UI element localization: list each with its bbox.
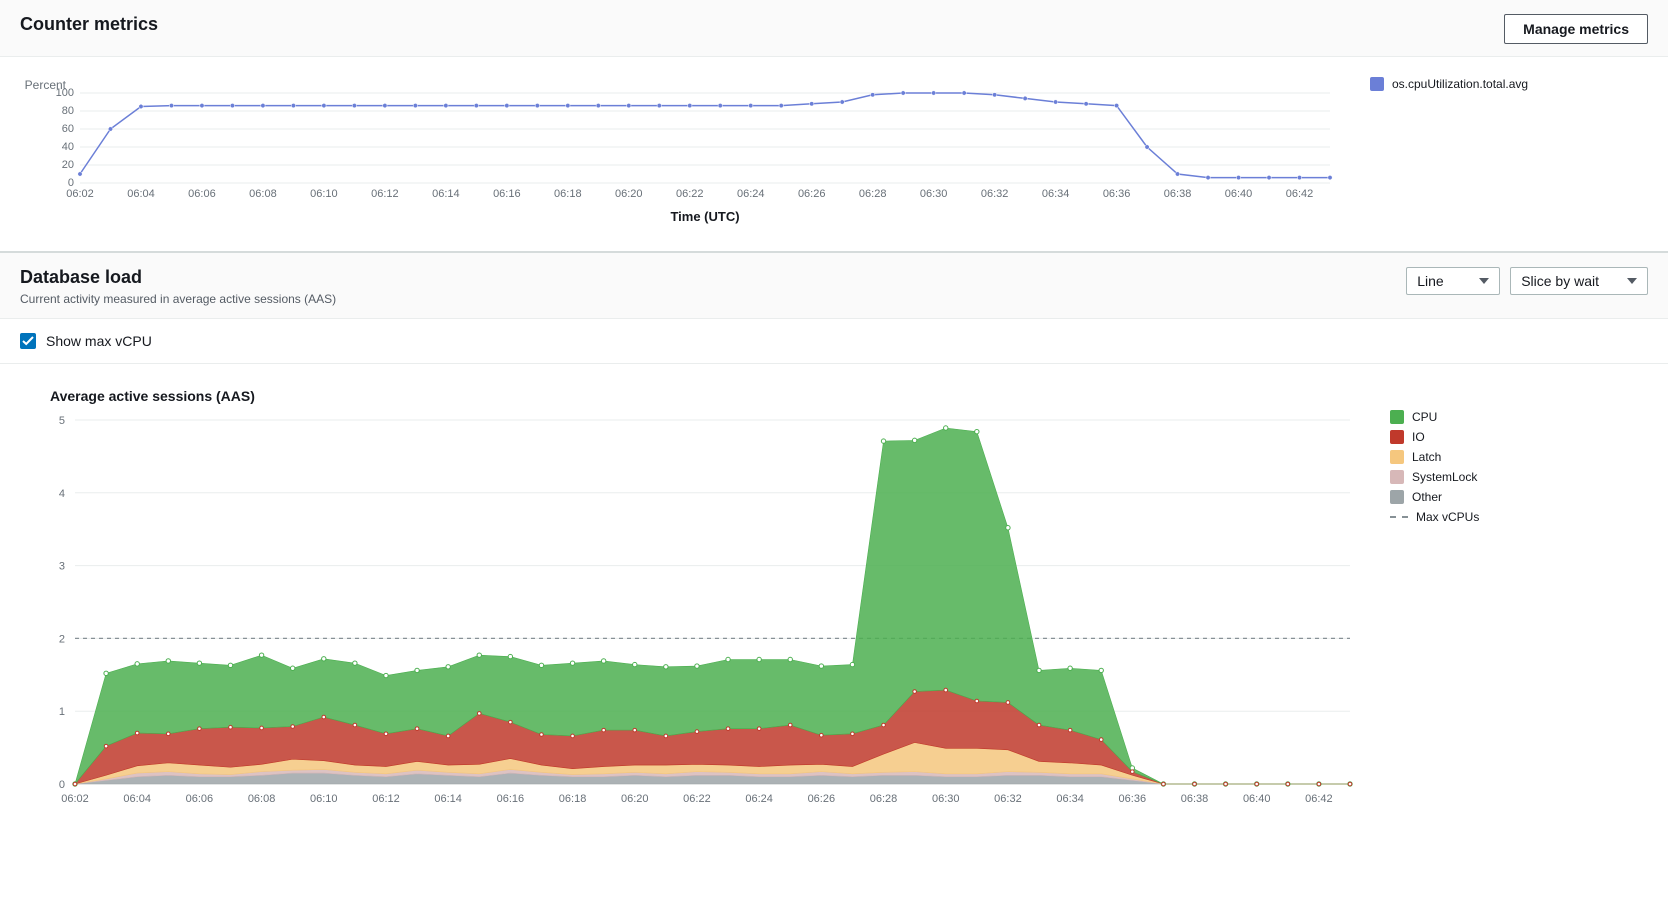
svg-text:06:34: 06:34: [1056, 793, 1084, 805]
legend-label: CPU: [1412, 410, 1437, 424]
chart-type-dropdown[interactable]: Line: [1406, 267, 1500, 295]
dbload-chart-title: Average active sessions (AAS): [50, 388, 1648, 404]
svg-text:06:04: 06:04: [127, 188, 155, 200]
svg-text:06:38: 06:38: [1181, 793, 1209, 805]
dbload-controls: Show max vCPU: [0, 319, 1668, 364]
dbload-legend-item: SystemLock: [1390, 470, 1479, 484]
svg-text:06:24: 06:24: [745, 793, 773, 805]
svg-text:2: 2: [59, 633, 65, 645]
counter-legend: os.cpuUtilization.total.avg: [1370, 77, 1528, 97]
svg-text:06:22: 06:22: [676, 188, 704, 200]
show-max-vcpu-checkbox[interactable]: [20, 333, 36, 349]
dbload-section-header: Database load Current activity measured …: [0, 252, 1668, 319]
svg-text:06:12: 06:12: [371, 188, 399, 200]
legend-label: Latch: [1412, 450, 1441, 464]
svg-text:06:42: 06:42: [1305, 793, 1333, 805]
legend-swatch: [1390, 410, 1404, 424]
svg-text:06:26: 06:26: [808, 793, 836, 805]
svg-text:20: 20: [62, 159, 74, 171]
legend-swatch: [1390, 430, 1404, 444]
svg-text:4: 4: [59, 488, 65, 500]
svg-text:06:02: 06:02: [66, 188, 94, 200]
svg-text:06:34: 06:34: [1042, 188, 1070, 200]
svg-text:80: 80: [62, 105, 74, 117]
svg-text:06:30: 06:30: [932, 793, 960, 805]
svg-text:06:18: 06:18: [559, 793, 587, 805]
svg-text:06:16: 06:16: [493, 188, 521, 200]
dbload-legend-item: Other: [1390, 490, 1479, 504]
svg-text:06:20: 06:20: [615, 188, 643, 200]
svg-text:06:28: 06:28: [859, 188, 887, 200]
svg-text:40: 40: [62, 141, 74, 153]
dbload-legend: CPU IO Latch SystemLock Other Max vCPUs: [1390, 410, 1479, 530]
checkmark-icon: [22, 335, 34, 347]
dbload-chart-pane: Average active sessions (AAS) 0 1 2 3 4 5 06:0…: [0, 364, 1668, 830]
svg-text:06:06: 06:06: [186, 793, 214, 805]
svg-text:1: 1: [59, 706, 65, 718]
svg-text:06:12: 06:12: [372, 793, 400, 805]
legend-swatch: [1390, 490, 1404, 504]
svg-text:Time (UTC): Time (UTC): [670, 209, 739, 224]
manage-metrics-button[interactable]: Manage metrics: [1504, 14, 1648, 44]
legend-dashed-line-icon: [1390, 516, 1408, 518]
dbload-legend-maxvcpu: Max vCPUs: [1390, 510, 1479, 524]
svg-text:0: 0: [59, 779, 65, 791]
dbload-legend-item: CPU: [1390, 410, 1479, 424]
svg-text:06:42: 06:42: [1286, 188, 1314, 200]
svg-text:06:20: 06:20: [621, 793, 649, 805]
svg-text:06:38: 06:38: [1164, 188, 1192, 200]
legend-swatch: [1370, 77, 1384, 91]
svg-text:06:04: 06:04: [123, 793, 151, 805]
legend-label: Max vCPUs: [1416, 510, 1479, 524]
chart-type-value: Line: [1417, 273, 1443, 289]
dbload-chart: 0 1 2 3 4 5 06:02 06:04 06:06 06:08 06:10 06:12 06:1…: [20, 410, 1360, 810]
svg-text:06:10: 06:10: [310, 793, 338, 805]
svg-text:06:24: 06:24: [737, 188, 765, 200]
svg-text:06:16: 06:16: [497, 793, 525, 805]
svg-text:06:28: 06:28: [870, 793, 898, 805]
svg-text:3: 3: [59, 561, 65, 573]
svg-text:06:10: 06:10: [310, 188, 338, 200]
svg-text:06:26: 06:26: [798, 188, 826, 200]
slice-by-dropdown[interactable]: Slice by wait: [1510, 267, 1648, 295]
counter-chart: Percent02040608010006:0206:0406:0606:080…: [20, 77, 1340, 227]
svg-text:06:36: 06:36: [1119, 793, 1147, 805]
svg-text:06:18: 06:18: [554, 188, 582, 200]
svg-text:06:06: 06:06: [188, 188, 216, 200]
svg-text:06:36: 06:36: [1103, 188, 1131, 200]
svg-text:06:30: 06:30: [920, 188, 948, 200]
legend-label: Other: [1412, 490, 1442, 504]
legend-label: SystemLock: [1412, 470, 1477, 484]
svg-text:06:02: 06:02: [61, 793, 89, 805]
counter-section-header: Counter metrics Manage metrics: [0, 0, 1668, 57]
svg-text:60: 60: [62, 123, 74, 135]
svg-text:100: 100: [56, 87, 74, 99]
dbload-title: Database load: [20, 267, 336, 288]
svg-text:06:40: 06:40: [1225, 188, 1253, 200]
legend-label: IO: [1412, 430, 1425, 444]
legend-swatch: [1390, 450, 1404, 464]
svg-text:06:14: 06:14: [434, 793, 462, 805]
svg-text:06:32: 06:32: [981, 188, 1009, 200]
svg-text:5: 5: [59, 415, 65, 427]
chevron-down-icon: [1479, 278, 1489, 284]
slice-by-value: Slice by wait: [1521, 273, 1599, 289]
svg-text:06:32: 06:32: [994, 793, 1022, 805]
chevron-down-icon: [1627, 278, 1637, 284]
counter-legend-label: os.cpuUtilization.total.avg: [1392, 77, 1528, 91]
counter-legend-item: os.cpuUtilization.total.avg: [1370, 77, 1528, 91]
svg-text:06:40: 06:40: [1243, 793, 1271, 805]
counter-title: Counter metrics: [20, 14, 158, 35]
legend-swatch: [1390, 470, 1404, 484]
svg-text:06:22: 06:22: [683, 793, 711, 805]
svg-text:06:14: 06:14: [432, 188, 460, 200]
counter-chart-pane: Percent02040608010006:0206:0406:0606:080…: [0, 57, 1668, 252]
show-max-vcpu-label: Show max vCPU: [46, 333, 152, 349]
svg-text:06:08: 06:08: [248, 793, 276, 805]
svg-text:06:08: 06:08: [249, 188, 277, 200]
dbload-legend-item: IO: [1390, 430, 1479, 444]
dbload-legend-item: Latch: [1390, 450, 1479, 464]
dbload-subtitle: Current activity measured in average act…: [20, 292, 336, 306]
